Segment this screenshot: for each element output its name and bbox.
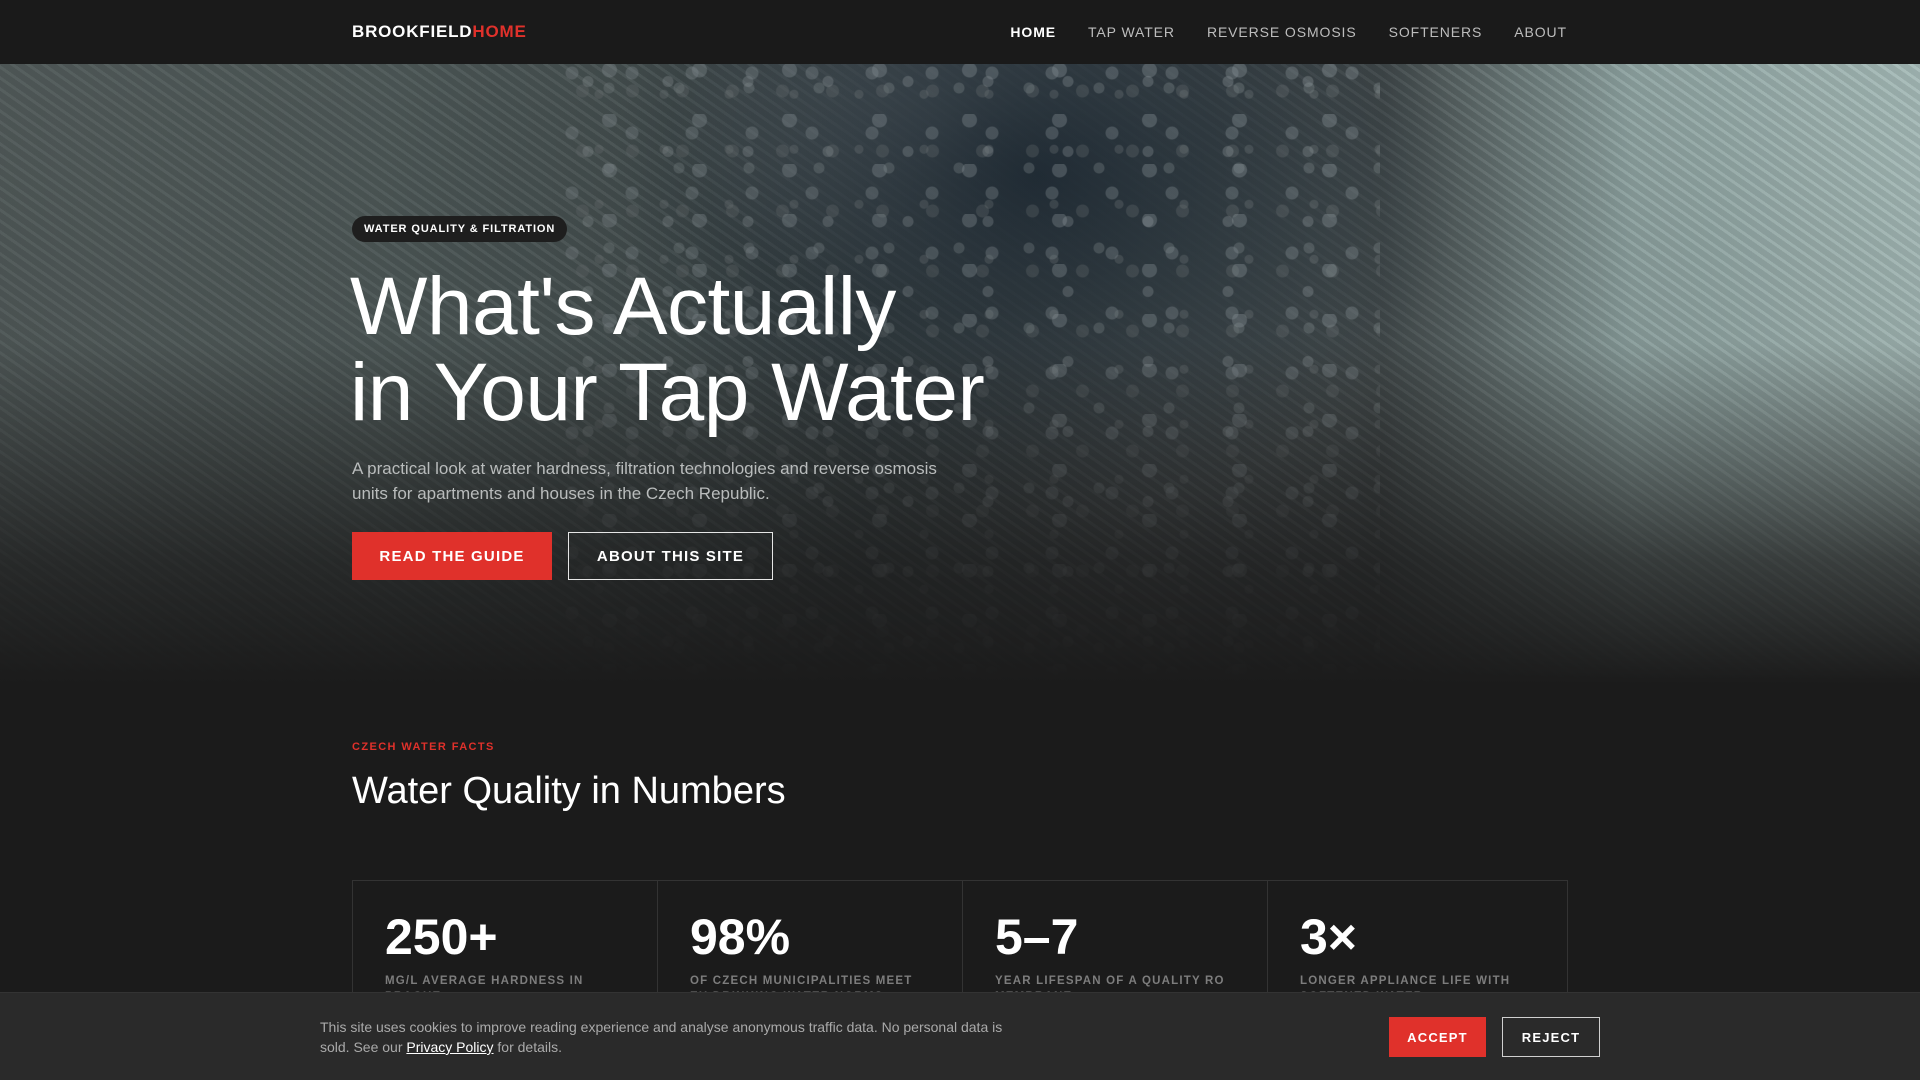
cookie-banner: This site uses cookies to improve readin… (0, 992, 1920, 1080)
nav-item-home[interactable]: HOME (1010, 24, 1056, 40)
stat-value: 98% (690, 909, 791, 965)
stat-value: 3× (1300, 909, 1358, 965)
hero-section: WATER QUALITY & FILTRATION What's Actual… (0, 64, 1920, 684)
brand-logo[interactable]: BROOKFIELDHOME (352, 22, 527, 42)
stat-value: 5–7 (995, 909, 1079, 965)
stat-value: 250+ (385, 909, 498, 965)
cookie-text: This site uses cookies to improve readin… (320, 1017, 1020, 1057)
nav-item-reverse-osmosis[interactable]: REVERSE OSMOSIS (1207, 24, 1357, 40)
hero-title-line2: in Your Tap Water (350, 347, 985, 438)
facts-title: Water Quality in Numbers (352, 770, 786, 812)
brand-name-part1: BROOKFIELD (352, 22, 473, 41)
top-nav: BROOKFIELDHOME HOME TAP WATER REVERSE OS… (0, 0, 1920, 64)
hero-title: What's Actually in Your Tap Water (350, 264, 1110, 436)
read-guide-button[interactable]: READ THE GUIDE (352, 532, 552, 580)
nav-item-about[interactable]: ABOUT (1514, 24, 1567, 40)
privacy-policy-link[interactable]: Privacy Policy (406, 1039, 493, 1055)
cookie-text-after: for details. (497, 1039, 563, 1055)
hero-title-line1: What's Actually (350, 261, 896, 352)
main-menu: HOME TAP WATER REVERSE OSMOSIS SOFTENERS… (1010, 24, 1567, 40)
about-site-button[interactable]: ABOUT THIS SITE (568, 532, 773, 580)
brand-name-part2: HOME (472, 22, 527, 41)
cookie-reject-button[interactable]: REJECT (1502, 1017, 1600, 1057)
cookie-accept-button[interactable]: ACCEPT (1389, 1017, 1486, 1057)
nav-item-softeners[interactable]: SOFTENERS (1389, 24, 1483, 40)
nav-item-tap-water[interactable]: TAP WATER (1088, 24, 1175, 40)
facts-eyebrow: CZECH WATER FACTS (352, 741, 495, 753)
hero-subtitle: A practical look at water hardness, filt… (352, 459, 937, 503)
hero-badge: WATER QUALITY & FILTRATION (352, 216, 568, 242)
